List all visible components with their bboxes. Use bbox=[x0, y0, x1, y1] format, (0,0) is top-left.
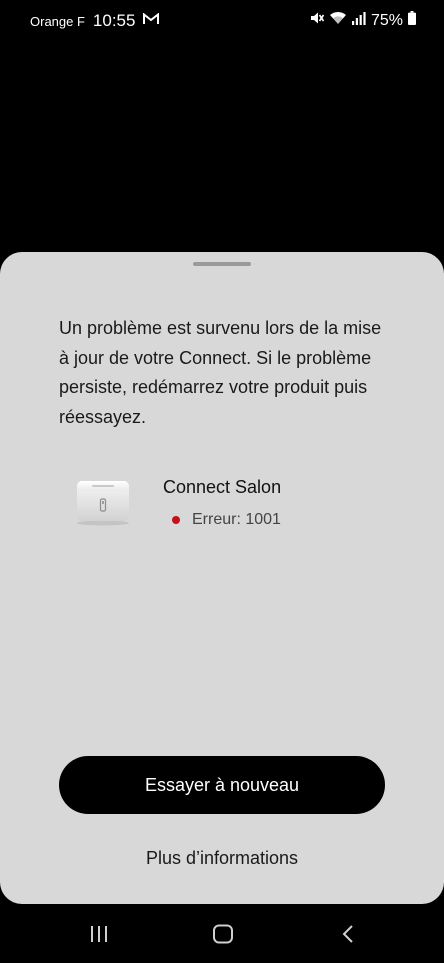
device-status: Erreur: 1001 bbox=[172, 511, 281, 529]
recents-icon[interactable] bbox=[86, 922, 112, 946]
mute-icon bbox=[310, 11, 325, 30]
bottom-sheet: Un problème est survenu lors de la mise … bbox=[0, 252, 444, 904]
wifi-icon bbox=[329, 11, 347, 30]
error-status-dot bbox=[172, 516, 180, 524]
retry-button[interactable]: Essayer à nouveau bbox=[59, 756, 385, 814]
error-message: Un problème est survenu lors de la mise … bbox=[59, 318, 382, 427]
device-name: Connect Salon bbox=[163, 477, 282, 497]
battery-percentage: 75% bbox=[370, 11, 403, 29]
battery-icon bbox=[408, 11, 416, 30]
status-left: Orange F 10:55 bbox=[30, 11, 160, 31]
gmail-icon bbox=[143, 12, 160, 30]
screen: Orange F 10:55 75% Un problème est surve… bbox=[0, 0, 444, 963]
clock: 10:55 bbox=[92, 11, 136, 30]
more-info-link[interactable]: Plus d’informations bbox=[0, 848, 444, 869]
navigation-bar bbox=[0, 904, 444, 963]
carrier-label: Orange F bbox=[30, 13, 85, 29]
status-bar: Orange F 10:55 75% bbox=[0, 0, 444, 42]
error-code: Erreur: 1001 bbox=[192, 511, 281, 528]
back-icon[interactable] bbox=[335, 922, 361, 946]
status-right: 75% bbox=[310, 11, 416, 30]
connect-device-image bbox=[74, 478, 132, 526]
home-icon[interactable] bbox=[210, 922, 236, 946]
signal-icon bbox=[351, 11, 366, 30]
drag-handle[interactable] bbox=[193, 262, 251, 266]
